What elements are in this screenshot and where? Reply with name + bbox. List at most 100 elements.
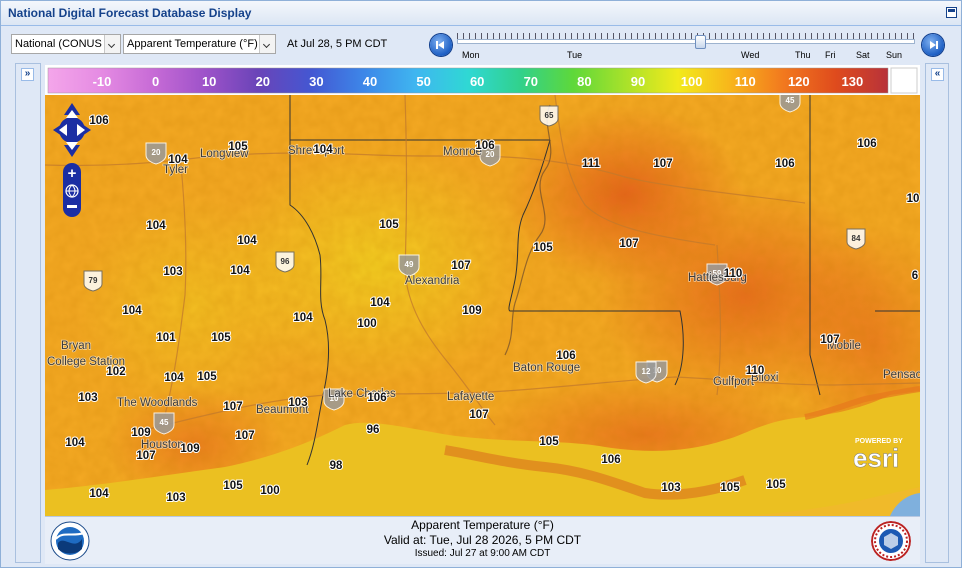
legend-color-bar xyxy=(47,67,889,94)
temperature-value: 105 xyxy=(211,332,231,344)
pan-zoom-icon[interactable]: + xyxy=(53,103,91,225)
window-titlebar: National Digital Forecast Database Displ… xyxy=(1,1,961,26)
temperature-value: 110 xyxy=(746,365,765,377)
temperature-value: 100 xyxy=(260,485,279,497)
map-navigation-control[interactable]: + xyxy=(53,103,91,225)
temperature-value: 6 xyxy=(912,270,918,282)
city-label: Pensacola xyxy=(883,369,920,381)
map-area[interactable]: -10 0 10 20 30 40 50 60 70 80 90 100 110 120 130 xyxy=(45,65,920,516)
temperature-value: 104 xyxy=(313,144,333,156)
temperature-value: 105 xyxy=(223,480,243,492)
temperature-value: 107 xyxy=(469,409,488,421)
legend-label: 100 xyxy=(681,74,703,89)
svg-text:20: 20 xyxy=(152,148,161,157)
esri-logo: esri xyxy=(853,443,899,473)
legend-blank-swatch xyxy=(890,67,918,94)
temperature-value: 10 xyxy=(907,193,920,205)
window-title: National Digital Forecast Database Displ… xyxy=(8,6,252,20)
city-label: Bryan xyxy=(61,340,91,352)
legend-label: 30 xyxy=(309,74,323,89)
forecast-map[interactable]: 20 206549458459101012459679 LongviewTyler… xyxy=(45,95,920,516)
legend-label: 40 xyxy=(363,74,377,89)
legend-label: 110 xyxy=(735,74,756,89)
temperature-value: 103 xyxy=(661,482,680,494)
svg-text:79: 79 xyxy=(89,276,98,285)
city-label: Alexandria xyxy=(405,275,460,287)
chevron-down-icon[interactable] xyxy=(259,35,275,53)
temperature-value: 107 xyxy=(235,430,254,442)
legend-label: 130 xyxy=(842,74,864,89)
temperature-value: 105 xyxy=(197,371,217,383)
temperature-value: 105 xyxy=(533,242,553,254)
legend-labels: -10 0 10 20 30 40 50 60 70 80 90 100 110 120 130 xyxy=(93,74,864,89)
temperature-value: 104 xyxy=(146,220,166,232)
highway-shield-icon: 45 xyxy=(153,412,175,435)
highway-shield-icon: 79 xyxy=(83,270,103,292)
legend-label: 70 xyxy=(524,74,538,89)
highway-shield-icon: 49 xyxy=(398,254,420,277)
previous-time-button[interactable] xyxy=(430,34,452,56)
left-collapsed-panel: » xyxy=(15,63,41,563)
temperature-value: 106 xyxy=(367,392,386,404)
temperature-value: 106 xyxy=(601,454,620,466)
temperature-value: 104 xyxy=(65,437,85,449)
temperature-value: 109 xyxy=(462,305,481,317)
nws-logo xyxy=(871,521,911,561)
legend-label: -10 xyxy=(93,74,112,89)
element-select[interactable]: Apparent Temperature (°F) xyxy=(123,34,276,54)
temperature-value: 105 xyxy=(539,436,559,448)
footer-element-title: Apparent Temperature (°F) xyxy=(411,518,554,532)
zoom-out-icon[interactable] xyxy=(67,205,77,208)
svg-text:96: 96 xyxy=(281,257,290,266)
svg-text:65: 65 xyxy=(545,111,554,120)
region-select[interactable]: National (CONUS xyxy=(11,34,121,54)
temperature-value: 106 xyxy=(475,140,494,152)
temperature-value: 105 xyxy=(766,479,786,491)
temperature-value: 105 xyxy=(228,141,248,153)
legend-label: 0 xyxy=(152,74,159,89)
temperature-value: 103 xyxy=(163,266,182,278)
valid-time-label: At Jul 28, 5 PM CDT xyxy=(287,38,388,50)
temperature-value: 106 xyxy=(857,138,876,150)
zoom-in-icon[interactable]: + xyxy=(68,165,77,182)
legend-label: 50 xyxy=(416,74,430,89)
svg-text:12: 12 xyxy=(642,367,651,376)
ndfd-window: National Digital Forecast Database Displ… xyxy=(0,0,962,568)
chevron-down-icon[interactable] xyxy=(104,35,120,53)
legend-label: 80 xyxy=(577,74,591,89)
svg-text:45: 45 xyxy=(786,96,795,105)
temperature-value: 104 xyxy=(370,297,390,309)
maximize-icon[interactable] xyxy=(946,7,957,18)
time-slider[interactable]: Mon Tue Wed Thu Fri Sat Sun xyxy=(455,31,917,61)
legend-label: 120 xyxy=(788,74,810,89)
temperature-value: 104 xyxy=(122,305,142,317)
temperature-value: 107 xyxy=(653,158,672,170)
legend-label: 90 xyxy=(631,74,645,89)
temperature-value: 98 xyxy=(330,460,343,472)
temperature-value: 103 xyxy=(78,392,97,404)
slider-thumb[interactable] xyxy=(694,35,706,49)
svg-text:49: 49 xyxy=(405,260,414,269)
temperature-value: 104 xyxy=(293,312,313,324)
temperature-value: 96 xyxy=(367,424,380,436)
timeline-day-wed: Wed xyxy=(741,50,760,60)
legend-label: 20 xyxy=(256,74,270,89)
footer-issued-time: Issued: Jul 27 at 9:00 AM CDT xyxy=(414,548,551,559)
next-time-button[interactable] xyxy=(922,34,944,56)
temperature-value: 107 xyxy=(820,334,839,346)
expand-right-icon[interactable]: » xyxy=(21,68,34,81)
temperature-value: 104 xyxy=(237,235,257,247)
temperature-value: 110 xyxy=(724,268,743,280)
temperature-value: 104 xyxy=(89,488,109,500)
temperature-value: 103 xyxy=(288,397,307,409)
timeline-day-sat: Sat xyxy=(856,50,870,60)
highway-shield-icon: 12 xyxy=(635,361,657,384)
temperature-value: 107 xyxy=(223,401,242,413)
temperature-value: 106 xyxy=(556,350,575,362)
expand-left-icon[interactable]: « xyxy=(931,68,944,81)
slider-rail[interactable] xyxy=(457,39,915,44)
temperature-value: 104 xyxy=(230,265,250,277)
highway-shield-icon: 65 xyxy=(539,105,559,127)
temperature-value: 104 xyxy=(168,154,188,166)
temperature-value: 109 xyxy=(180,443,199,455)
